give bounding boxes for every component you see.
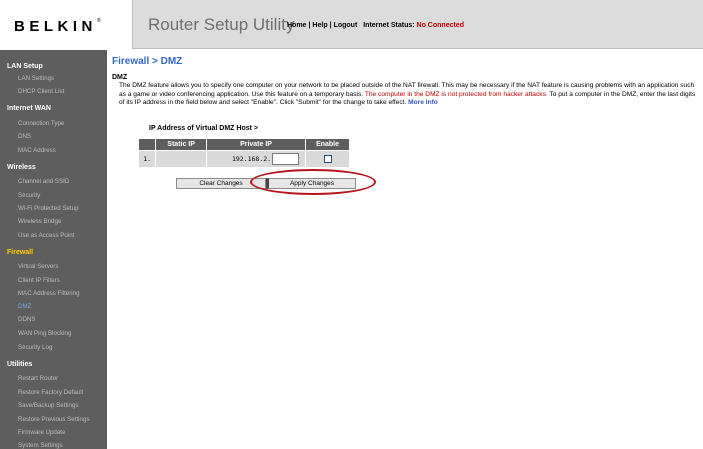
dmz-warning: The computer in the DMZ is not protected…	[364, 90, 548, 98]
registered-mark: ®	[96, 18, 101, 24]
sidebar-item-restore-previous-settings[interactable]: Restore Previous Settings	[18, 416, 90, 423]
sidebar-item-restart-router[interactable]: Restart Router	[18, 375, 58, 382]
dmz-table: Static IP Private IP Enable 1. 192.168.2…	[137, 138, 350, 168]
enable-checkbox[interactable]	[323, 155, 332, 163]
static-ip-cell	[155, 150, 207, 168]
sidebar-item-mac-address-filtering[interactable]: MAC Address Filtering	[18, 290, 80, 297]
sidebar-item-wireless-bridge[interactable]: Wireless Bridge	[18, 218, 61, 225]
internet-status-label: Internet Status:	[363, 22, 415, 29]
header-private-ip: Private IP	[205, 138, 307, 151]
table-header-row: Static IP Private IP Enable	[137, 138, 350, 151]
header-static-ip: Static IP	[155, 138, 207, 151]
sidebar-item-wan-ping-blocking[interactable]: WAN Ping Blocking	[18, 330, 71, 337]
sidebar-item-client-ip-filters[interactable]: Client IP Filters	[18, 277, 60, 284]
sidebar-item-virtual-servers[interactable]: Virtual Servers	[18, 263, 58, 270]
sidebar-item-dhcp-client-list[interactable]: DHCP Client List	[18, 88, 64, 95]
private-ip-input[interactable]	[272, 153, 300, 165]
sidebar-item-dmz[interactable]: DMZ	[18, 303, 31, 310]
page-title: Firewall > DMZ	[112, 56, 183, 67]
sidebar-section-firewall[interactable]: Firewall	[7, 249, 33, 256]
more-info-link[interactable]: More Info	[408, 99, 438, 106]
private-ip-cell: 192.168.2.	[205, 150, 307, 168]
sidebar-item-firmware-update[interactable]: Firmware Update	[18, 429, 65, 436]
sidebar-item-security-log[interactable]: Security Log	[18, 344, 52, 351]
sidebar-item-system-settings[interactable]: System Settings	[18, 442, 63, 449]
dmz-host-label: IP Address of Virtual DMZ Host >	[149, 125, 258, 132]
help-link[interactable]: Help	[312, 22, 327, 29]
sidebar-section-utilities[interactable]: Utilities	[7, 361, 32, 368]
header-enable: Enable	[305, 138, 350, 151]
sidebar-item-channel-and-ssid[interactable]: Channel and SSID	[18, 178, 69, 185]
sidebar: LAN Setup LAN Settings DHCP Client List …	[0, 50, 107, 449]
enable-cell	[305, 150, 350, 168]
header: BELKIN® Router Setup Utility Home | Help | L…	[0, 0, 703, 49]
private-ip-prefix: 192.168.2.	[231, 155, 272, 163]
clear-changes-button[interactable]: Clear Changes	[176, 178, 266, 189]
sidebar-section-internet-wan[interactable]: Internet WAN	[7, 105, 51, 112]
table-row: 1. 192.168.2.	[137, 150, 350, 168]
sidebar-item-mac-address[interactable]: MAC Address	[18, 147, 56, 154]
logo-area: BELKIN®	[0, 0, 133, 49]
sidebar-item-dns[interactable]: DNS	[18, 133, 31, 140]
logout-link[interactable]: Logout	[334, 22, 358, 29]
sidebar-section-lan-setup[interactable]: LAN Setup	[7, 63, 43, 70]
home-link[interactable]: Home	[287, 22, 306, 29]
row-number: 1.	[137, 150, 157, 168]
belkin-logo: BELKIN®	[14, 18, 101, 35]
section-label: DMZ	[112, 74, 128, 81]
app-title: Router Setup Utility	[148, 15, 295, 34]
sidebar-item-lan-settings[interactable]: LAN Settings	[18, 75, 54, 82]
sidebar-item-connection-type[interactable]: Connection Type	[18, 120, 64, 127]
header-num	[137, 138, 157, 151]
dmz-description: The DMZ feature allows you to specify on…	[119, 82, 696, 106]
sidebar-item-save-backup-settings[interactable]: Save/Backup Settings	[18, 402, 79, 409]
main-content: Firewall > DMZ DMZ The DMZ feature allow…	[107, 50, 703, 449]
sidebar-item-use-as-access-point[interactable]: Use as Access Point	[18, 232, 74, 239]
apply-changes-button[interactable]: Apply Changes	[266, 178, 356, 189]
sidebar-section-wireless[interactable]: Wireless	[7, 164, 36, 171]
sidebar-item-security[interactable]: Security	[18, 192, 40, 199]
sidebar-item-restore-factory-default[interactable]: Restore Factory Default	[18, 389, 83, 396]
top-links: Home | Help | Logout Internet Status: No Con…	[287, 22, 464, 29]
sidebar-item-ddns[interactable]: DDNS	[18, 316, 36, 323]
sidebar-item-wifi-protected-setup[interactable]: Wi-Fi Protected Setup	[18, 205, 79, 212]
internet-status-value: No Connected	[416, 22, 464, 29]
